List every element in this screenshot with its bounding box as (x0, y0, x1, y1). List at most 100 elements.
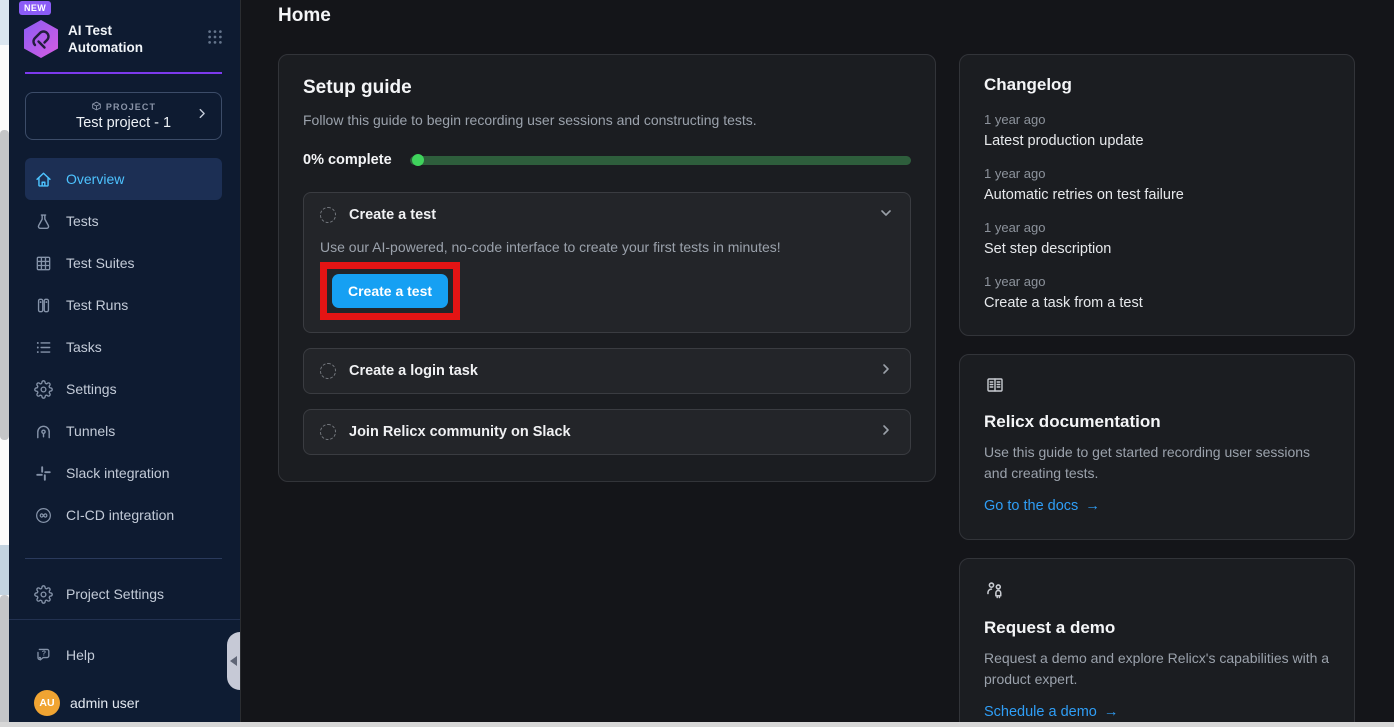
changelog-entry-title: Automatic retries on test failure (984, 187, 1330, 203)
scrollbar-thumb[interactable] (0, 595, 9, 727)
chevron-right-icon (878, 422, 894, 443)
sidebar-item-label: CI-CD integration (66, 507, 174, 523)
step-header[interactable]: Create a login task (304, 349, 910, 393)
pending-step-icon (320, 424, 336, 440)
sidebar-divider (25, 558, 222, 559)
step-create-a-test: Create a test Use our AI-powered, no-cod… (303, 192, 911, 333)
setup-guide-card: Setup guide Follow this guide to begin r… (278, 54, 936, 482)
changelog-time: 1 year ago (984, 166, 1330, 181)
svg-text:?: ? (42, 649, 46, 657)
app-title-line1: AI Test (68, 22, 143, 39)
scrollbar-thumb[interactable] (0, 130, 9, 440)
sidebar-item-help[interactable]: ? Help (25, 634, 222, 676)
changelog-entry[interactable]: 1 year ago Automatic retries on test fai… (984, 166, 1330, 203)
gear-icon (34, 380, 53, 399)
setup-steps: Create a test Use our AI-powered, no-cod… (303, 192, 911, 455)
step-title: Join Relicx community on Slack (349, 424, 878, 440)
sidebar-item-label: Project Settings (66, 586, 164, 602)
progress-row: 0% complete (303, 152, 911, 168)
sidebar-item-label: Test Suites (66, 255, 134, 271)
sidebar-item-label: Help (66, 647, 95, 663)
sidebar-item-overview[interactable]: Overview (25, 158, 222, 200)
background-window-bottom-edge (0, 722, 1394, 727)
page-title: Home (278, 5, 1355, 27)
project-name: Test project - 1 (76, 115, 171, 131)
columns-icon (34, 296, 53, 315)
changelog-entry-title: Create a task from a test (984, 295, 1330, 311)
user-name: admin user (70, 695, 139, 711)
sidebar-item-label: Overview (66, 171, 124, 187)
step-header[interactable]: Join Relicx community on Slack (304, 410, 910, 454)
arrow-right-icon: → (1104, 704, 1119, 720)
app-logo-icon (21, 18, 61, 60)
setup-guide-description: Follow this guide to begin recording use… (303, 112, 911, 128)
link-label: Go to the docs (984, 498, 1078, 514)
sidebar-item-label: Tasks (66, 339, 102, 355)
go-to-docs-link[interactable]: Go to the docs → (984, 498, 1100, 514)
progress-label: 0% complete (303, 152, 392, 168)
step-create-a-login-task: Create a login task (303, 348, 911, 394)
changelog-entry[interactable]: 1 year ago Set step description (984, 220, 1330, 257)
changelog-entry-title: Latest production update (984, 133, 1330, 149)
sidebar-item-slack-integration[interactable]: Slack integration (25, 452, 222, 494)
step-join-slack-community: Join Relicx community on Slack (303, 409, 911, 455)
sidebar-item-test-runs[interactable]: Test Runs (25, 284, 222, 326)
chevron-right-icon (195, 107, 209, 126)
sidebar: NEW AI Test Automation (9, 0, 240, 727)
create-a-test-button[interactable]: Create a test (332, 274, 448, 308)
sidebar-item-tasks[interactable]: Tasks (25, 326, 222, 368)
right-column: Changelog 1 year ago Latest production u… (959, 54, 1355, 727)
sidebar-item-tunnels[interactable]: Tunnels (25, 410, 222, 452)
chevron-right-icon (878, 361, 894, 382)
link-label: Schedule a demo (984, 704, 1097, 720)
list-icon (34, 338, 53, 357)
new-badge: NEW (19, 1, 51, 15)
main-content: Home Setup guide Follow this guide to be… (240, 0, 1394, 727)
documentation-title: Relicx documentation (984, 412, 1330, 432)
sidebar-item-project-settings[interactable]: Project Settings (25, 573, 222, 615)
app-title-line2: Automation (68, 39, 143, 56)
changelog-entry[interactable]: 1 year ago Latest production update (984, 112, 1330, 149)
changelog-entry-title: Set step description (984, 241, 1330, 257)
step-header[interactable]: Create a test (304, 193, 910, 237)
apps-grid-icon[interactable] (206, 28, 224, 51)
sidebar-item-label: Settings (66, 381, 117, 397)
slack-icon (34, 464, 53, 483)
changelog-time: 1 year ago (984, 220, 1330, 235)
sidebar-item-label: Test Runs (66, 297, 128, 313)
progress-bar (410, 156, 911, 165)
cube-icon (91, 101, 102, 112)
project-selector[interactable]: PROJECT Test project - 1 (25, 92, 222, 140)
sidebar-item-test-suites[interactable]: Test Suites (25, 242, 222, 284)
app-title: AI Test Automation (68, 22, 143, 56)
sidebar-footer: ? Help AU admin user (9, 619, 240, 727)
sidebar-item-settings[interactable]: Settings (25, 368, 222, 410)
annotation-highlight: Create a test (320, 262, 460, 320)
sidebar-collapse-handle[interactable] (227, 632, 240, 690)
chevron-left-icon (230, 656, 237, 666)
edge-segment (0, 440, 9, 545)
step-title: Create a test (349, 207, 878, 223)
sidebar-item-label: Slack integration (66, 465, 170, 481)
brand-divider (25, 72, 222, 74)
step-description: Use our AI-powered, no-code interface to… (320, 239, 894, 255)
documentation-card: Relicx documentation Use this guide to g… (959, 354, 1355, 540)
sidebar-item-cicd-integration[interactable]: CI-CD integration (25, 494, 222, 536)
avatar: AU (34, 690, 60, 716)
progress-dot (412, 154, 424, 166)
book-icon (984, 382, 1006, 399)
home-icon (34, 170, 53, 189)
changelog-entry[interactable]: 1 year ago Create a task from a test (984, 274, 1330, 311)
changelog-card: Changelog 1 year ago Latest production u… (959, 54, 1355, 336)
changelog-title: Changelog (984, 75, 1330, 95)
app-window: NEW AI Test Automation (0, 0, 1394, 727)
schedule-demo-link[interactable]: Schedule a demo → (984, 704, 1118, 720)
step-body: Use our AI-powered, no-code interface to… (304, 237, 910, 332)
content-columns: Setup guide Follow this guide to begin r… (278, 54, 1355, 727)
chevron-down-icon (878, 205, 894, 226)
sidebar-item-label: Tests (66, 213, 99, 229)
documentation-description: Use this guide to get started recording … (984, 442, 1330, 484)
user-menu[interactable]: AU admin user (25, 690, 224, 716)
sidebar-nav: Overview Tests Test Suites Test Runs (9, 158, 240, 536)
sidebar-item-tests[interactable]: Tests (25, 200, 222, 242)
